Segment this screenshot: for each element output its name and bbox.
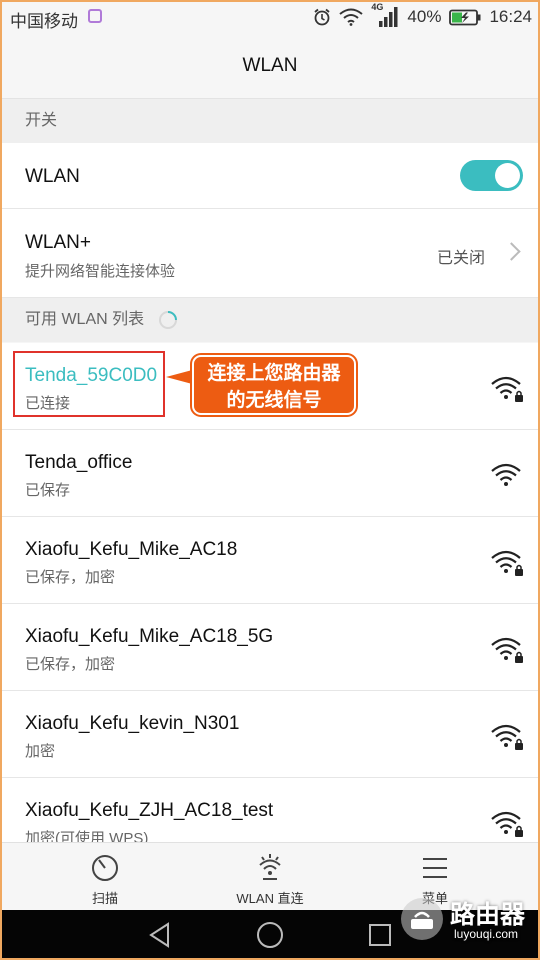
- page-title: WLAN: [0, 34, 540, 99]
- wlan-toggle-switch[interactable]: [460, 160, 523, 191]
- router-logo-icon: [401, 898, 443, 940]
- wifi-signal-lock-icon: [490, 808, 523, 837]
- clock: 16:24: [489, 7, 532, 26]
- connected-network-highlight: [13, 351, 165, 417]
- wlan-direct-tab-label: WLAN 直连: [236, 891, 304, 906]
- network-name: Xiaofu_Kefu_kevin_N301: [25, 713, 240, 734]
- wifi-signal-lock-icon: [490, 721, 523, 750]
- scan-tab[interactable]: 扫描: [15, 843, 195, 911]
- wlan-plus-label: WLAN+: [25, 232, 91, 253]
- alarm-icon: [314, 8, 330, 26]
- network-row[interactable]: Xiaofu_Kefu_kevin_N301 加密: [0, 691, 540, 778]
- wifi-status-icon: [339, 8, 364, 26]
- wlan-plus-row[interactable]: WLAN+ 提升网络智能连接体验 已关闭: [0, 209, 540, 298]
- network-status: 已保存: [25, 482, 71, 499]
- battery-percent: 40%: [407, 7, 442, 26]
- back-icon[interactable]: [147, 922, 173, 948]
- menu-icon: [423, 858, 447, 878]
- network-name: Xiaofu_Kefu_ZJH_AC18_test: [25, 800, 274, 821]
- carrier-label: 中国移动: [10, 12, 78, 31]
- loading-spinner-icon: [159, 311, 177, 329]
- wlan-direct-tab[interactable]: WLAN 直连: [180, 843, 360, 911]
- callout-line-1: 连接上您路由器: [207, 363, 341, 384]
- battery-charging-icon: [449, 9, 481, 25]
- wifi-signal-lock-icon: [490, 547, 523, 576]
- wlan-toggle-row[interactable]: WLAN: [0, 143, 540, 209]
- wlan-plus-description: 提升网络智能连接体验: [25, 263, 176, 280]
- network-status: 已保存，加密: [25, 569, 116, 586]
- wifi-signal-lock-icon: [490, 460, 522, 488]
- cell-signal-icon: 4G: [371, 2, 399, 28]
- section-header-switch: 开关: [0, 99, 540, 143]
- callout-line-2: 的无线信号: [226, 390, 322, 411]
- sim-icon: [88, 9, 102, 23]
- annotation-callout: 连接上您路由器 的无线信号: [192, 355, 356, 415]
- network-name: Xiaofu_Kefu_Mike_AC18: [25, 539, 238, 560]
- section-header-available-networks: 可用 WLAN 列表: [0, 298, 540, 342]
- home-icon[interactable]: [256, 921, 284, 949]
- network-row[interactable]: Xiaofu_Kefu_Mike_AC18 已保存，加密: [0, 517, 540, 604]
- recents-icon[interactable]: [368, 923, 392, 947]
- network-row[interactable]: Tenda_office 已保存: [0, 430, 540, 517]
- wlan-plus-status: 已关闭: [436, 250, 485, 267]
- wlan-label: WLAN: [25, 166, 80, 187]
- network-status: 加密: [25, 743, 56, 760]
- scan-icon: [92, 855, 118, 881]
- watermark-name: 路由器: [450, 901, 526, 929]
- network-name: Xiaofu_Kefu_Mike_AC18_5G: [25, 626, 274, 647]
- wlan-direct-icon: [259, 854, 281, 880]
- status-bar: 中国移动 4G 40% 16:24: [0, 0, 540, 34]
- section-header-label: 可用 WLAN 列表: [25, 311, 145, 328]
- network-row[interactable]: Xiaofu_Kefu_Mike_AC18_5G 已保存，加密: [0, 604, 540, 691]
- network-status: 已保存，加密: [25, 656, 116, 673]
- scan-tab-label: 扫描: [91, 891, 118, 906]
- wifi-signal-lock-icon: [490, 634, 523, 663]
- chevron-right-icon: [502, 242, 521, 261]
- watermark-site: luyouqi.com: [454, 927, 519, 941]
- network-name: Tenda_office: [25, 452, 133, 473]
- wifi-signal-lock-icon: [490, 373, 523, 402]
- watermark-logo: 路由器 luyouqi.com: [400, 893, 535, 949]
- toggle-knob: [495, 163, 520, 188]
